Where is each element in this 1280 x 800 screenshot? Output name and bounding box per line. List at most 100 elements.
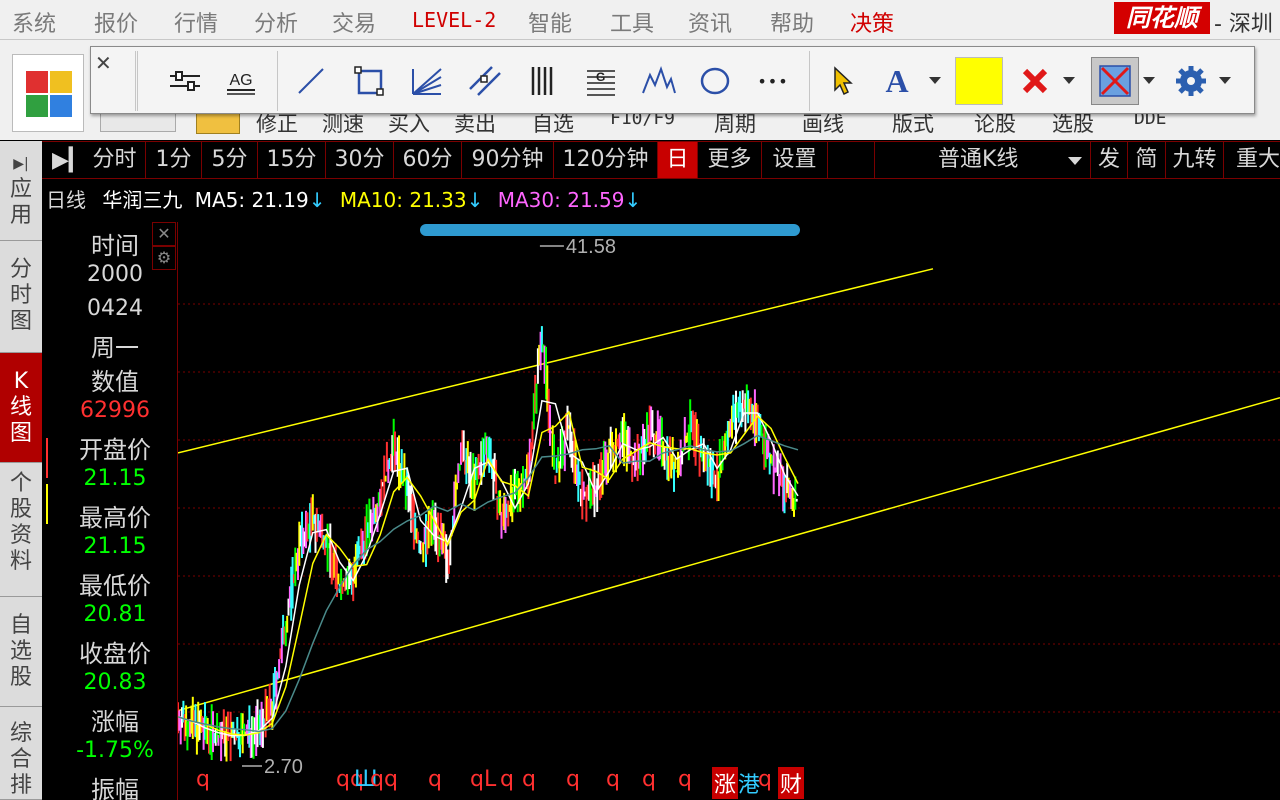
close-value: 20.83 xyxy=(83,670,147,695)
brand-logo: 同花顺 xyxy=(1114,2,1210,34)
event-marker[interactable]: 财 xyxy=(778,767,805,799)
color-swatch[interactable] xyxy=(955,57,1003,105)
separator xyxy=(135,51,136,111)
close-icon[interactable]: ✕ xyxy=(95,51,112,75)
chevron-down-icon[interactable] xyxy=(1143,77,1155,84)
channel-icon[interactable] xyxy=(465,61,505,101)
menu-quote[interactable]: 报价 xyxy=(94,6,138,38)
kline-chart[interactable]: 41.582.70 xyxy=(178,212,1280,800)
event-marker[interactable]: 涨 xyxy=(712,767,739,799)
amplitude-label: 振幅 xyxy=(91,776,139,800)
menu-news[interactable]: 资讯 xyxy=(688,6,732,38)
gann-icon[interactable]: G xyxy=(581,61,621,101)
sidebar-item-intraday[interactable]: 分时图 xyxy=(0,241,42,353)
menu-level2[interactable]: LEVEL-2 xyxy=(412,8,496,32)
chevron-down-icon[interactable] xyxy=(1219,77,1231,84)
tab-5min[interactable]: 5分 xyxy=(202,142,258,178)
high-price-label: 41.58 xyxy=(566,236,616,258)
event-marker[interactable]: q xyxy=(758,767,772,792)
candle-cluster xyxy=(178,326,798,762)
tab-15min[interactable]: 15分 xyxy=(258,142,326,178)
sidebar-item-label: K线图 xyxy=(10,369,33,446)
tab-intraday[interactable]: 分时 xyxy=(84,142,146,178)
tab-simple[interactable]: 简 xyxy=(1128,142,1166,178)
event-marker[interactable]: q xyxy=(196,767,210,792)
drawing-toolbar: ✕ AG G ••• A xyxy=(90,46,1255,114)
menu-decision[interactable]: 决策 xyxy=(850,6,894,38)
tab-30min[interactable]: 30分 xyxy=(326,142,394,178)
menu-system[interactable]: 系统 xyxy=(12,6,56,38)
tab-nine-turn[interactable]: 九转 xyxy=(1166,142,1224,178)
event-marker-row: q qq Шq q q qL q q q q q q 涨港 q 财 xyxy=(178,767,1280,799)
tab-more[interactable]: 更多 xyxy=(698,142,762,178)
tab-1min[interactable]: 1分 xyxy=(146,142,202,178)
ellipse-icon[interactable] xyxy=(695,61,735,101)
sidebar-item-kline[interactable]: K线图 xyxy=(0,353,42,463)
event-marker[interactable]: q xyxy=(522,767,536,792)
ma30-line xyxy=(178,434,799,733)
play-arrow-icon[interactable]: ▶▎ xyxy=(52,148,86,173)
gear-icon[interactable] xyxy=(1171,61,1211,101)
ma10-value: MA10: 21.33 xyxy=(339,188,467,212)
change-label: 涨幅 xyxy=(91,708,139,736)
wave-icon[interactable] xyxy=(639,61,679,101)
low-label: 最低价 xyxy=(79,572,151,600)
event-marker[interactable]: q xyxy=(384,767,398,792)
menu-bar: 系统 报价 行情 分析 交易 LEVEL-2 智能 工具 资讯 帮助 决策 同花… xyxy=(0,0,1280,40)
more-icon[interactable]: ••• xyxy=(753,61,793,101)
menu-trade[interactable]: 交易 xyxy=(332,6,376,38)
ma-legend: 日线 华润三九 MA5: 21.19↓ MA10: 21.33↓ MA30: 2… xyxy=(46,184,641,214)
tab-major[interactable]: 重大 xyxy=(1224,142,1280,178)
tab-daily[interactable]: 日 xyxy=(658,142,698,178)
event-marker[interactable]: q xyxy=(566,767,580,792)
sidebar-item-label: 个股资料 xyxy=(10,471,33,574)
tab-publish[interactable]: 发 xyxy=(1090,142,1128,178)
sidebar-item-watchlist[interactable]: 自选股 xyxy=(0,597,42,707)
event-marker[interactable]: q xyxy=(606,767,620,792)
tab-120min[interactable]: 120分钟 xyxy=(554,142,658,178)
sidebar-item-profile[interactable]: 个股资料 xyxy=(0,463,42,597)
tab-60min[interactable]: 60分 xyxy=(394,142,462,178)
event-marker[interactable]: q xyxy=(678,767,692,792)
erase-all-icon[interactable] xyxy=(1091,57,1139,105)
delete-icon[interactable] xyxy=(1015,61,1055,101)
tab-settings[interactable]: 设置 xyxy=(762,142,828,178)
date-value: 0424 xyxy=(87,296,143,321)
down-arrow-icon: ↓ xyxy=(624,188,642,212)
period-tab-bar: ▶▎ 分时 1分 5分 15分 30分 60分 90分钟 120分钟 日 更多 … xyxy=(0,141,1280,179)
ag-text-icon[interactable]: AG xyxy=(221,61,261,101)
kline-type-select[interactable]: 普通K线 xyxy=(938,142,1018,178)
sidebar-item-apps[interactable]: ▶| 应用 xyxy=(0,141,42,241)
event-marker[interactable]: q xyxy=(642,767,656,792)
menu-market[interactable]: 行情 xyxy=(174,6,218,38)
event-marker[interactable]: q xyxy=(500,767,514,792)
fan-icon[interactable] xyxy=(407,61,447,101)
menu-tools[interactable]: 工具 xyxy=(610,6,654,38)
parallel-lines-icon[interactable] xyxy=(165,61,205,101)
gear-icon[interactable]: ⚙ xyxy=(152,246,176,270)
event-marker[interactable]: 港 xyxy=(738,767,760,799)
sidebar-item-ranking[interactable]: 综合排 xyxy=(0,707,42,800)
period-label: 日线 xyxy=(46,188,86,212)
event-strip xyxy=(420,224,800,236)
event-marker[interactable]: q xyxy=(428,767,442,792)
menu-analysis[interactable]: 分析 xyxy=(254,6,298,38)
stock-name: 华润三九 xyxy=(102,188,183,212)
chevron-down-icon[interactable] xyxy=(1063,77,1075,84)
menu-help[interactable]: 帮助 xyxy=(770,6,814,38)
line-icon[interactable] xyxy=(291,61,331,101)
event-marker[interactable]: q xyxy=(370,767,384,792)
text-icon[interactable]: A xyxy=(877,61,917,101)
vertical-lines-icon[interactable] xyxy=(523,61,563,101)
chevron-down-icon[interactable] xyxy=(929,77,941,84)
close-label: 收盘价 xyxy=(79,640,151,668)
volume-value: 62996 xyxy=(80,398,150,423)
separator xyxy=(809,51,810,111)
close-icon[interactable]: ✕ xyxy=(152,222,176,246)
pointer-icon[interactable] xyxy=(823,61,863,101)
event-marker[interactable]: qL xyxy=(470,767,496,792)
rectangle-icon[interactable] xyxy=(349,61,389,101)
chevron-down-icon[interactable] xyxy=(1068,157,1082,165)
menu-smart[interactable]: 智能 xyxy=(528,6,572,38)
tab-90min[interactable]: 90分钟 xyxy=(462,142,554,178)
